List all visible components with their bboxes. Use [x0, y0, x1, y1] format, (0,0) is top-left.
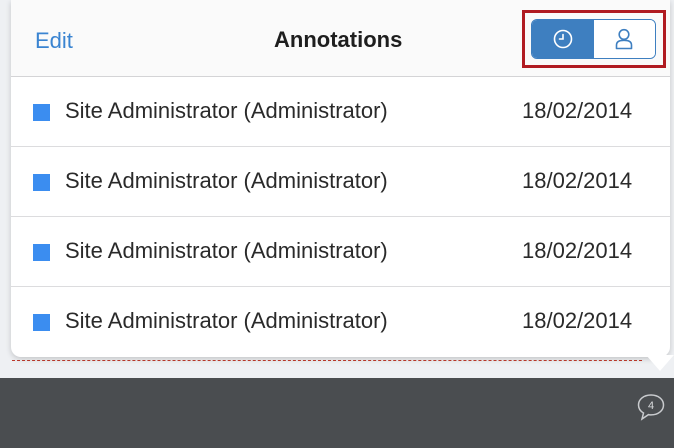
annotation-row[interactable]: Site Administrator (Administrator) 18/02…: [11, 287, 670, 357]
annotation-date: 18/02/2014: [522, 238, 633, 263]
edit-button[interactable]: Edit: [35, 28, 73, 54]
clock-icon: [553, 29, 573, 49]
annotation-date: 18/02/2014: [522, 98, 633, 123]
popover-title: Annotations: [274, 27, 403, 52]
annotation-list: Site Administrator (Administrator) 18/02…: [11, 77, 670, 357]
sort-by-time-segment[interactable]: [532, 20, 594, 58]
user-icon: [615, 28, 633, 50]
annotation-row[interactable]: Site Administrator (Administrator) 18/02…: [11, 217, 670, 287]
annotation-row[interactable]: Site Administrator (Administrator) 18/02…: [11, 147, 670, 217]
sort-by-author-segment[interactable]: [593, 20, 655, 58]
popover-header: Edit Annotations: [11, 0, 670, 77]
popover-arrow: [646, 355, 674, 371]
annotation-row[interactable]: Site Administrator (Administrator) 18/02…: [11, 77, 670, 147]
sort-segmented-control: [531, 19, 656, 59]
annotation-color-swatch: [33, 104, 50, 121]
annotation-date: 18/02/2014: [522, 168, 633, 193]
annotation-author: Site Administrator (Administrator): [65, 98, 388, 123]
speech-bubble-icon: 4: [637, 394, 665, 421]
comments-button[interactable]: 4: [636, 392, 666, 422]
annotation-author: Site Administrator (Administrator): [65, 308, 388, 333]
annotation-date: 18/02/2014: [522, 308, 633, 333]
annotation-dashed-outline: [12, 360, 642, 361]
annotation-color-swatch: [33, 314, 50, 331]
annotation-author: Site Administrator (Administrator): [65, 168, 388, 193]
annotation-color-swatch: [33, 174, 50, 191]
comment-count: 4: [648, 400, 654, 412]
annotations-popover: Edit Annotations Site Administrator (Adm…: [11, 0, 670, 357]
bottom-toolbar: [0, 378, 674, 448]
annotation-color-swatch: [33, 244, 50, 261]
annotation-author: Site Administrator (Administrator): [65, 238, 388, 263]
